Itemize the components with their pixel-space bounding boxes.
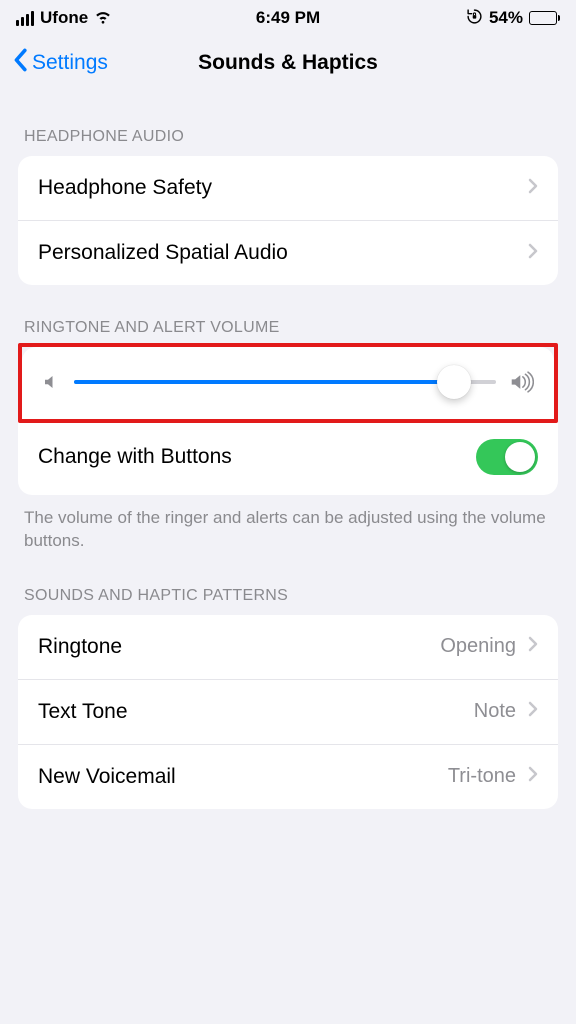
wifi-icon [94, 7, 112, 30]
chevron-right-icon [528, 635, 538, 658]
annotation-highlight [18, 343, 558, 423]
volume-slider-row [22, 347, 554, 419]
row-label: Headphone Safety [38, 176, 212, 200]
row-change-with-buttons: Change with Buttons [18, 419, 558, 495]
row-value: Opening [440, 635, 516, 658]
carrier-label: Ufone [40, 8, 88, 28]
nav-bar: Settings Sounds & Haptics [0, 36, 576, 94]
toggle-knob [505, 442, 535, 472]
row-personalized-spatial-audio[interactable]: Personalized Spatial Audio [18, 221, 558, 285]
row-new-voicemail[interactable]: New Voicemail Tri-tone [18, 745, 558, 809]
group-patterns: Ringtone Opening Text Tone Note New Voic… [18, 615, 558, 809]
back-button[interactable]: Settings [12, 48, 108, 78]
clock-time: 6:49 PM [256, 8, 320, 28]
row-label: Change with Buttons [38, 445, 232, 469]
chevron-right-icon [528, 700, 538, 723]
change-with-buttons-toggle[interactable] [476, 439, 538, 475]
row-label: New Voicemail [38, 765, 176, 789]
row-text-tone[interactable]: Text Tone Note [18, 680, 558, 745]
row-label: Ringtone [38, 635, 122, 659]
cellular-signal-icon [16, 11, 34, 26]
speaker-low-icon [42, 373, 60, 391]
chevron-right-icon [528, 242, 538, 265]
chevron-left-icon [12, 48, 28, 78]
page-title: Sounds & Haptics [198, 51, 378, 75]
volume-slider[interactable] [74, 380, 496, 384]
row-headphone-safety[interactable]: Headphone Safety [18, 156, 558, 221]
speaker-high-icon [510, 371, 534, 393]
orientation-lock-icon [466, 8, 483, 29]
row-label: Text Tone [38, 700, 128, 724]
row-label: Personalized Spatial Audio [38, 241, 288, 265]
chevron-right-icon [528, 765, 538, 788]
slider-thumb[interactable] [437, 365, 471, 399]
row-value: Tri-tone [448, 765, 516, 788]
section-footer-volume: The volume of the ringer and alerts can … [18, 495, 558, 553]
section-header-volume: RINGTONE AND ALERT VOLUME [18, 285, 558, 347]
slider-fill [74, 380, 454, 384]
status-bar: Ufone 6:49 PM 54% [0, 0, 576, 36]
section-header-headphone: HEADPHONE AUDIO [18, 94, 558, 156]
group-headphone-audio: Headphone Safety Personalized Spatial Au… [18, 156, 558, 285]
battery-percent: 54% [489, 8, 523, 28]
row-value: Note [474, 700, 516, 723]
chevron-right-icon [528, 177, 538, 200]
battery-icon [529, 11, 560, 25]
back-label: Settings [32, 51, 108, 75]
section-header-patterns: SOUNDS AND HAPTIC PATTERNS [18, 553, 558, 615]
row-ringtone[interactable]: Ringtone Opening [18, 615, 558, 680]
